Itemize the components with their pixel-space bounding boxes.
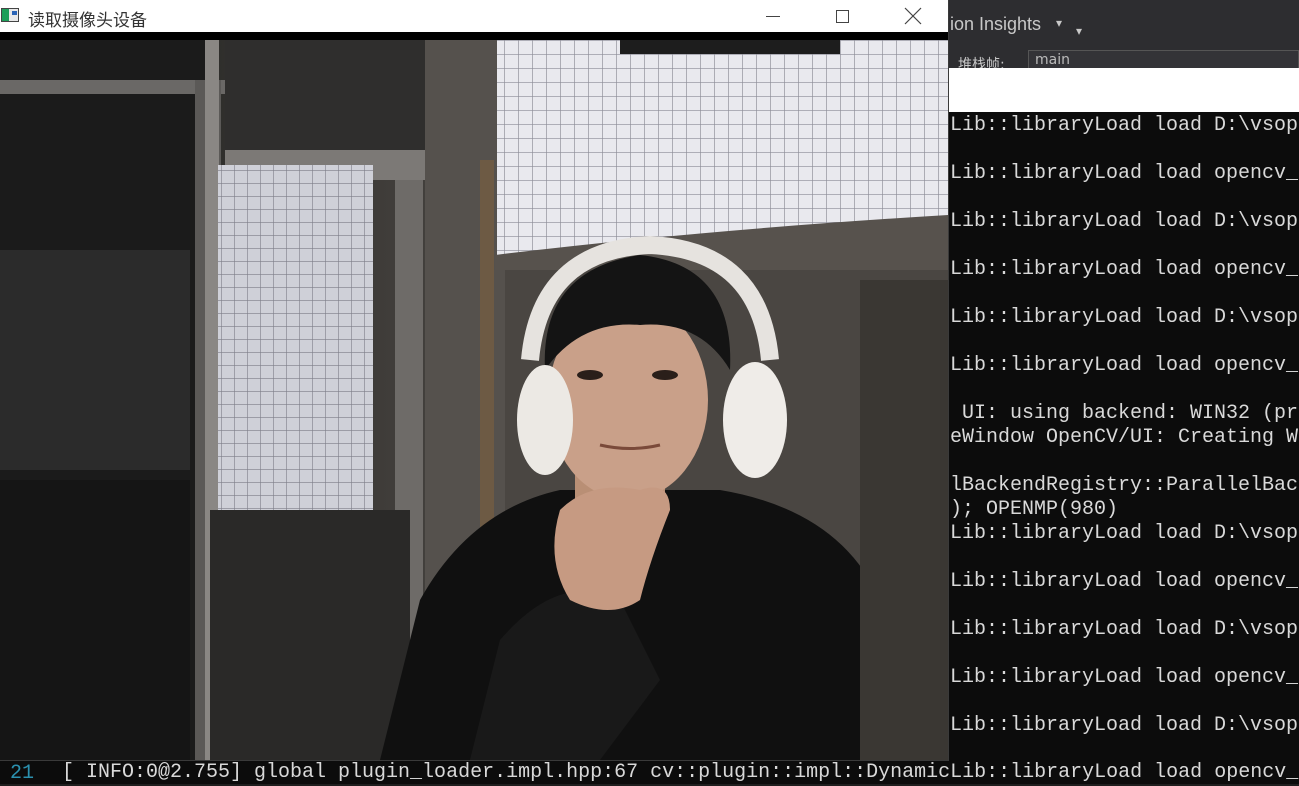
console-line: Lib::libraryLoad load opencv_	[950, 258, 1299, 281]
console-line: Lib::libraryLoad load opencv_	[950, 162, 1299, 185]
console-line: Lib::libraryLoad load opencv_	[950, 666, 1299, 689]
close-icon	[904, 7, 922, 25]
console-line: Lib::libraryLoad load D:\vsop	[950, 114, 1299, 137]
close-button[interactable]	[890, 0, 936, 32]
console-line: UI: using backend: WIN32 (pr	[950, 402, 1299, 425]
console-line: Lib::libraryLoad load D:\vsop	[950, 714, 1299, 737]
camera-window[interactable]: 读取摄像头设备	[0, 0, 948, 760]
maximize-icon	[835, 9, 849, 23]
stack-frame-field[interactable]: main	[1028, 50, 1299, 70]
console-line: Lib::libraryLoad load D:\vsop	[950, 306, 1299, 329]
console-line: Lib::libraryLoad load D:\vsop	[950, 522, 1299, 545]
console-line: lBackendRegistry::ParallelBac	[950, 474, 1299, 497]
console-line: eWindow OpenCV/UI: Creating W	[950, 426, 1299, 449]
console-line: Lib::libraryLoad load D:\vsop	[950, 210, 1299, 233]
window-title: 读取摄像头设备	[28, 11, 147, 31]
console-line: Lib::libraryLoad load opencv_	[950, 570, 1299, 593]
console-line: [ INFO:0@2.755] global plugin_loader.imp…	[62, 761, 1299, 784]
webcam-image	[0, 40, 948, 760]
camera-frame	[0, 40, 948, 760]
console-line: ); OPENMP(980)	[950, 498, 1119, 521]
app-icon	[1, 8, 19, 22]
minimize-button[interactable]	[750, 0, 796, 32]
overflow-icon[interactable]: ▾	[1076, 24, 1082, 38]
minimize-icon	[766, 15, 780, 17]
console-line: Lib::libraryLoad load opencv_	[950, 354, 1299, 377]
line-number: 21	[10, 762, 35, 785]
title-bar[interactable]: 读取摄像头设备	[0, 0, 948, 32]
console-line: Lib::libraryLoad load D:\vsop	[950, 618, 1299, 641]
console-output: Lib::libraryLoad load D:\vsop Lib::libra…	[948, 112, 1299, 784]
ide-insights-menu[interactable]: ion Insights	[950, 14, 1041, 35]
console-header	[948, 68, 1299, 112]
maximize-button[interactable]	[819, 0, 865, 32]
chevron-down-icon[interactable]: ▾	[1056, 16, 1062, 30]
